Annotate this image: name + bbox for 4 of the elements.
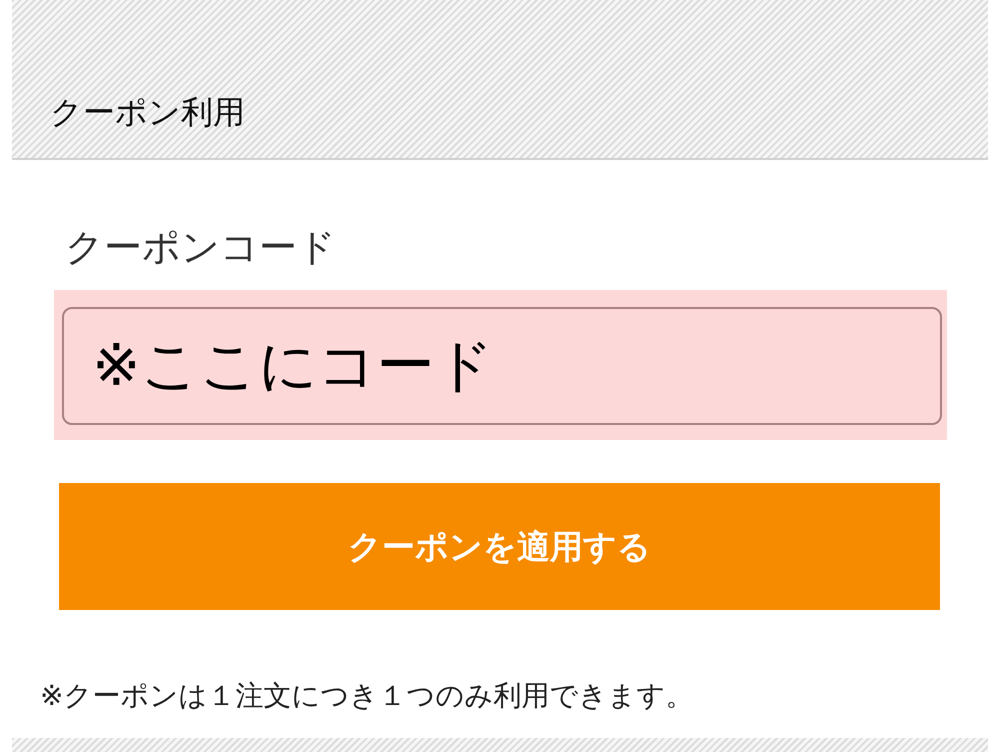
section-title: クーポン利用 [50,96,245,128]
coupon-note: ※クーポンは１注文につき１つのみ利用できます。 [40,682,694,710]
field-label: クーポンコード [65,228,336,266]
coupon-code-field[interactable]: ※ここにコード [62,307,942,425]
